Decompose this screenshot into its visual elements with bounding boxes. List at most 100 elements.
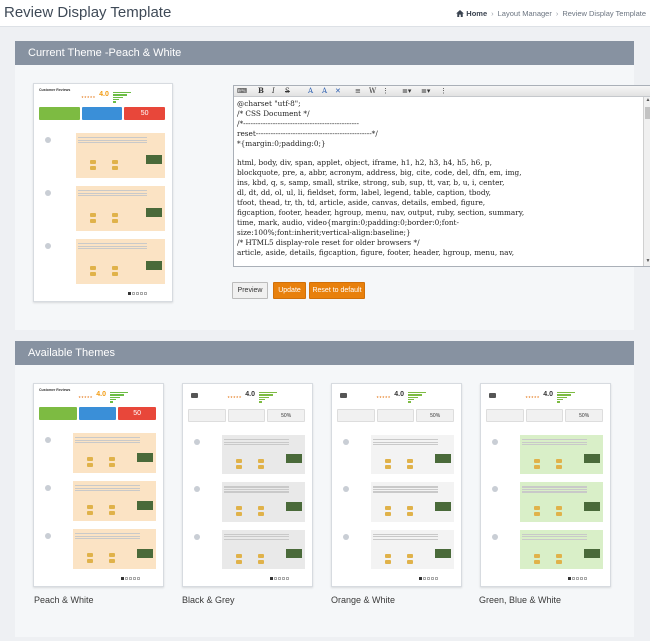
- spellcheck-icon[interactable]: ⌨: [237, 87, 247, 95]
- indent-dropdown-icon[interactable]: ≣▾: [402, 87, 411, 95]
- preview-rating-bar: [113, 96, 124, 98]
- top-bar: Review Display Template Home › Layout Mana…: [0, 0, 650, 27]
- preview-text-line: [522, 488, 587, 491]
- preview-score: 4.0: [543, 391, 553, 398]
- preview-pager: [269, 577, 290, 581]
- outdent-dropdown-icon[interactable]: ≣▾: [421, 87, 430, 95]
- preview-rating-bar: [557, 396, 568, 398]
- preview-text-line: [522, 441, 587, 443]
- preview-rating-bar: [557, 394, 572, 396]
- preview-cell: [556, 553, 563, 558]
- preview-text-line: [75, 533, 140, 535]
- reset-to-default-button[interactable]: Reset to default: [309, 282, 365, 299]
- highlight-icon[interactable]: A: [322, 87, 327, 95]
- scroll-down-icon[interactable]: ▼: [644, 258, 650, 266]
- preview-text-line: [224, 488, 289, 491]
- preview-text-line: [77, 190, 147, 192]
- italic-button[interactable]: I: [272, 87, 275, 95]
- theme-name-green-blue-white[interactable]: Green, Blue & White: [479, 595, 561, 605]
- available-themes-panel: Available Themes Customer Reviews ★★★★★ 4.…: [15, 341, 634, 637]
- preview-review: [484, 528, 607, 571]
- preview-cell: [111, 272, 118, 277]
- preview-text-line: [77, 137, 147, 139]
- align-icon[interactable]: ≡: [355, 87, 361, 95]
- theme-card-green-blue-white[interactable]: ★★★★★ 4.0 50%: [480, 383, 611, 587]
- breadcrumb-layout-manager-link[interactable]: Layout Manager: [498, 9, 552, 18]
- preview-text-line: [224, 441, 289, 443]
- preview-rating-bar: [113, 98, 120, 101]
- preview-rating-bar: [110, 392, 129, 394]
- preview-rating-bar: [110, 398, 117, 401]
- preview-cell: [111, 213, 118, 218]
- preview-review: [37, 479, 160, 523]
- preview-text-line: [224, 439, 289, 441]
- preview-text-line: [224, 491, 289, 493]
- breadcrumb-home-link[interactable]: Home: [466, 9, 487, 18]
- preview-cell: [89, 166, 96, 171]
- preview-text-line: [75, 442, 140, 444]
- preview-text-line: [75, 487, 140, 489]
- preview-review-image: [584, 548, 600, 558]
- preview-button[interactable]: Preview: [232, 282, 268, 299]
- preview-text-line: [373, 538, 438, 540]
- more-icon[interactable]: ⋮: [440, 87, 447, 95]
- preview-stars: ★★★★★: [227, 395, 242, 399]
- preview-cell: [87, 553, 94, 558]
- breadcrumb-current: Review Display Template: [562, 9, 646, 18]
- bold-button[interactable]: B: [258, 87, 264, 95]
- preview-box-3: 50%: [416, 409, 454, 422]
- breadcrumb: Home › Layout Manager › Review Display Templ…: [456, 9, 646, 18]
- preview-stars: ★★★★★: [525, 395, 540, 399]
- theme-name-black-grey[interactable]: Black & Grey: [182, 595, 235, 605]
- editor-scrollbar[interactable]: ▲ ▼: [643, 97, 650, 266]
- preview-box-1: [486, 409, 524, 422]
- preview-review-image: [146, 207, 162, 217]
- theme-card-orange-white[interactable]: ★★★★★ 4.0 50%: [331, 383, 462, 587]
- preview-box-3: 50%: [565, 409, 603, 422]
- preview-cell: [87, 511, 94, 516]
- preview-text-line: [522, 536, 587, 538]
- preview-box-green: [39, 107, 80, 120]
- css-editor[interactable]: ⌨ B I S A A ✕ ≡ W ⋮ ≣▾ ≣▾ ⋮ @charset "ut…: [233, 85, 650, 267]
- preview-cell: [109, 457, 116, 462]
- preview-title: Customer Reviews: [39, 88, 71, 92]
- preview-rating-bar: [259, 392, 278, 394]
- preview-reviewer-avatar: [45, 243, 51, 249]
- css-code-textarea[interactable]: @charset "utf-8"; /* CSS Document */ /*-…: [237, 99, 641, 264]
- strikethrough-button[interactable]: S: [285, 87, 290, 95]
- preview-rating-bar: [113, 92, 132, 94]
- preview-cell: [556, 459, 563, 464]
- preview-cell: [407, 465, 414, 470]
- theme-card-peach-white[interactable]: Customer Reviews ★★★★★ 4.0 50: [33, 383, 164, 587]
- current-theme-panel: Current Theme -Peach & White Customer Re…: [15, 41, 650, 330]
- theme-preview-miniature: Customer Reviews ★★★★★ 4.0 50: [37, 387, 160, 583]
- preview-rating-bar: [408, 396, 419, 398]
- editor-toolbar: ⌨ B I S A A ✕ ≡ W ⋮ ≣▾ ≣▾ ⋮: [234, 86, 650, 97]
- theme-name-orange-white[interactable]: Orange & White: [331, 595, 395, 605]
- preview-cell: [236, 465, 243, 470]
- preview-text-line: [522, 486, 587, 488]
- preview-review: [186, 528, 309, 571]
- preview-text-line: [75, 490, 140, 492]
- theme-card-black-grey[interactable]: ★★★★★ 4.0 50%: [182, 383, 313, 587]
- scroll-up-icon[interactable]: ▲: [644, 97, 650, 105]
- current-theme-heading: Current Theme -Peach & White: [15, 41, 634, 65]
- paragraph-icon[interactable]: W: [369, 87, 376, 95]
- preview-review-image: [146, 260, 162, 270]
- preview-rating-bar: [110, 396, 121, 398]
- preview-cell: [556, 512, 563, 517]
- preview-rating-bar: [408, 392, 427, 394]
- list-icon[interactable]: ⋮: [382, 87, 389, 95]
- clear-format-icon[interactable]: ✕: [335, 87, 341, 95]
- preview-cell: [258, 465, 265, 470]
- preview-title: Customer Reviews: [39, 388, 71, 392]
- update-button[interactable]: Update: [273, 282, 306, 299]
- theme-preview-miniature: Customer Reviews ★★★★★ 4.0 50: [37, 87, 169, 298]
- theme-name-peach-white[interactable]: Peach & White: [34, 595, 94, 605]
- preview-pager: [418, 577, 439, 581]
- preview-review-image: [137, 452, 153, 462]
- preview-reviewer-avatar: [492, 486, 498, 493]
- scroll-thumb[interactable]: [645, 107, 650, 119]
- font-color-icon[interactable]: A: [308, 87, 313, 95]
- preview-text-line: [522, 491, 587, 493]
